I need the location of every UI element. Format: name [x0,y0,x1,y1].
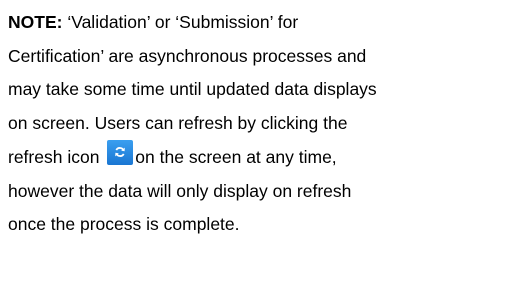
note-paragraph: NOTE: ‘Validation’ or ‘Submission’ for C… [8,6,513,242]
note-text-5a: refresh icon [8,147,105,167]
note-text-1: ‘Validation’ or ‘Submission’ for [62,12,299,32]
note-text-5b: on the screen at any time, [135,147,337,167]
note-line-4: on screen. Users can refresh by clicking… [8,112,348,133]
refresh-button[interactable] [107,140,134,165]
note-line-2: Certification’ are asynchronous processe… [8,45,367,66]
note-line-7: once the process is complete. [8,214,240,234]
refresh-icon [115,147,126,157]
note-label: NOTE: [8,12,63,32]
note-line-3: may take some time until updated data di… [8,79,377,99]
note-line-1: NOTE: ‘Validation’ or ‘Submission’ for [8,6,513,40]
note-line-5: refresh icon on the screen at any time, [8,140,513,175]
note-line-6: however the data will only display on re… [8,180,352,201]
